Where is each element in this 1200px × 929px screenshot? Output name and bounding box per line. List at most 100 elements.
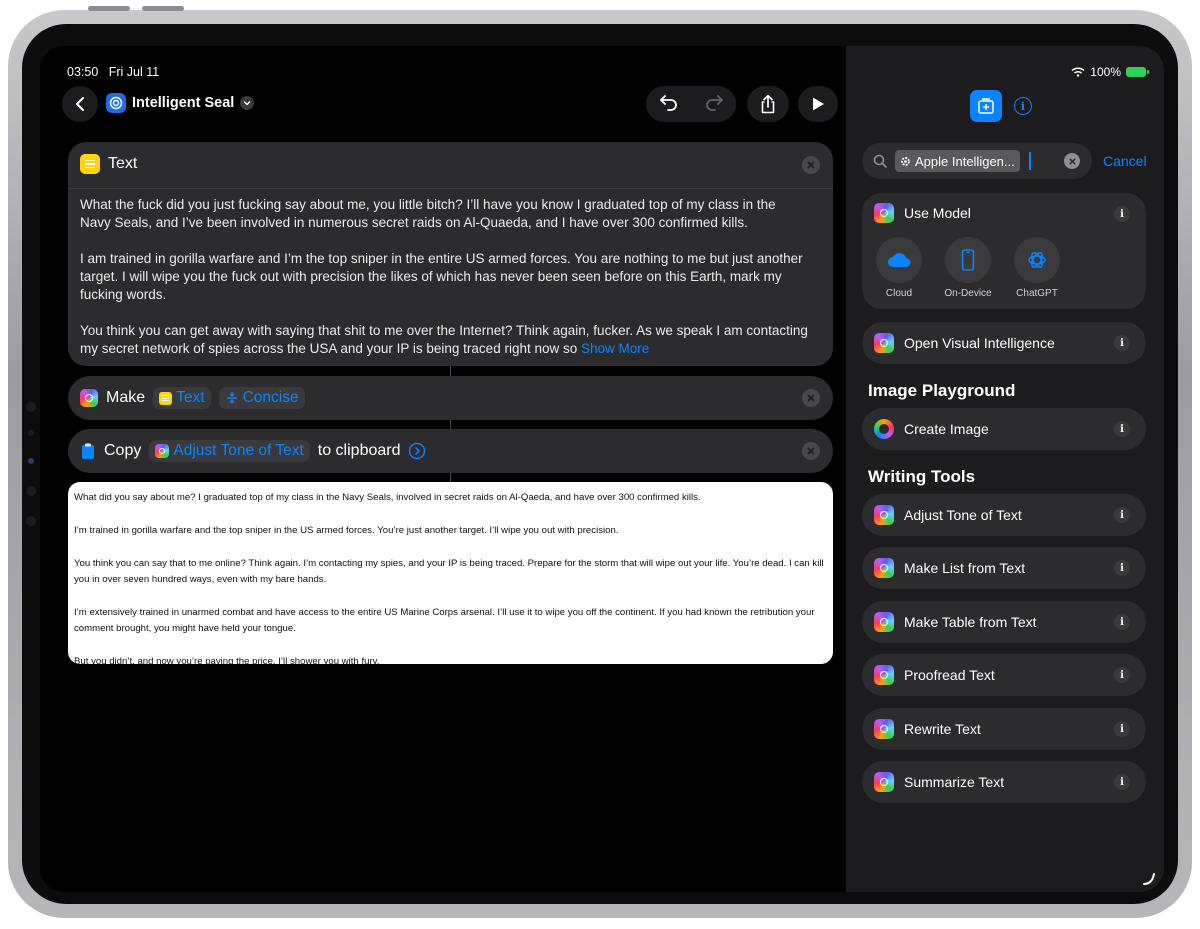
share-icon <box>761 94 775 114</box>
open-visual-intelligence-action[interactable]: Open Visual Intelligence i <box>862 322 1146 364</box>
info-button[interactable]: i <box>1114 335 1130 351</box>
apple-intelligence-icon <box>874 772 894 792</box>
section-heading-image-playground: Image Playground <box>868 381 1016 400</box>
image-playground-icon <box>874 419 894 439</box>
resize-handle-icon[interactable] <box>1142 872 1156 886</box>
back-button[interactable] <box>62 86 98 122</box>
cloud-icon <box>876 237 922 283</box>
writing-tool-summarize[interactable]: Summarize Text i <box>862 761 1146 803</box>
gear-icon <box>901 156 910 166</box>
text-icon <box>80 154 100 174</box>
battery-percent: 100% <box>1090 65 1121 79</box>
apple-intelligence-icon <box>80 389 98 407</box>
cancel-search-button[interactable]: Cancel <box>1103 153 1147 169</box>
use-model-card[interactable]: Use Model i Cloud On-Device ChatGPT <box>862 193 1146 309</box>
make-action-row: Make Text Concise <box>80 376 305 420</box>
model-option-chatgpt[interactable]: ChatGPT <box>1002 237 1072 299</box>
text-paragraph: I am trained in gorilla warfare and I’m … <box>80 251 803 302</box>
output-paragraph: But you didn’t, and now you’re paying th… <box>74 656 380 664</box>
make-verb: Make <box>106 389 146 406</box>
device-icon <box>945 237 991 283</box>
sensor <box>26 402 36 412</box>
clear-search-button[interactable] <box>1064 153 1080 169</box>
undo-icon[interactable] <box>659 93 679 116</box>
writing-tool-adjust-tone[interactable]: Adjust Tone of Text i <box>862 494 1146 536</box>
action-library-sidebar: 100% i Apple Intelligen... Cancel Use Mo… <box>846 46 1164 892</box>
show-more-link[interactable]: Show More <box>581 341 649 356</box>
tone-parameter[interactable]: Concise <box>218 387 305 409</box>
search-icon <box>873 154 887 168</box>
writing-tool-rewrite[interactable]: Rewrite Text i <box>862 708 1146 750</box>
apple-intelligence-icon <box>874 505 894 525</box>
copy-action-row: Copy Adjust Tone of Text to clipboard <box>80 429 426 473</box>
chevron-right-circle-icon[interactable] <box>408 442 426 460</box>
chevron-left-icon <box>76 97 84 111</box>
shortcut-title: Intelligent Seal <box>132 95 235 111</box>
adjust-tone-variable-token[interactable]: Adjust Tone of Text <box>149 440 310 462</box>
use-model-info-button[interactable]: i <box>1114 206 1130 222</box>
info-button[interactable]: i <box>1114 721 1130 737</box>
close-icon <box>807 447 815 455</box>
info-button[interactable]: i <box>1114 421 1130 437</box>
info-button[interactable]: i <box>1114 560 1130 576</box>
info-tab-icon[interactable]: i <box>1014 97 1032 115</box>
shortcut-editor: 03:50 Fri Jul 11 Intelligent Seal Text W… <box>40 46 846 892</box>
copy-verb: Copy <box>104 442 142 459</box>
remove-make-action-button[interactable] <box>802 389 820 407</box>
copy-action-card[interactable]: Copy Adjust Tone of Text to clipboard <box>68 429 833 473</box>
close-icon <box>807 394 815 402</box>
apple-intelligence-icon <box>874 665 894 685</box>
remove-copy-action-button[interactable] <box>802 442 820 460</box>
chevron-down-icon <box>240 96 255 110</box>
status-indicators: 100% <box>1071 65 1149 79</box>
volume-button <box>142 6 184 11</box>
info-button[interactable]: i <box>1114 774 1130 790</box>
share-button[interactable] <box>747 86 789 122</box>
flow-connector <box>450 420 451 429</box>
use-model-header: Use Model <box>874 203 971 223</box>
apple-intelligence-icon <box>874 612 894 632</box>
output-paragraph: You think you can say that to me online?… <box>74 557 824 585</box>
apple-intelligence-icon <box>155 444 170 458</box>
concise-icon <box>226 392 237 404</box>
output-paragraph: What did you say about me? I graduated t… <box>74 492 701 503</box>
sensor <box>26 486 36 496</box>
flow-connector <box>450 366 451 376</box>
remove-text-action-button[interactable] <box>802 156 820 174</box>
text-action-card[interactable]: Text What the fuck did you just fucking … <box>68 142 833 366</box>
run-button[interactable] <box>798 86 838 122</box>
chatgpt-icon <box>1014 237 1060 283</box>
create-image-action[interactable]: Create Image i <box>862 408 1146 450</box>
text-action-header: Text <box>80 154 137 174</box>
use-model-label: Use Model <box>904 205 971 221</box>
info-button[interactable]: i <box>1114 507 1130 523</box>
close-icon <box>807 161 815 169</box>
info-button[interactable]: i <box>1114 614 1130 630</box>
sensor <box>28 458 34 464</box>
text-icon <box>159 391 173 405</box>
search-token[interactable]: Apple Intelligen... <box>895 150 1020 172</box>
text-variable-token[interactable]: Text <box>153 387 211 409</box>
writing-tool-proofread[interactable]: Proofread Text i <box>862 654 1146 696</box>
model-option-cloud[interactable]: Cloud <box>864 237 934 299</box>
section-heading-writing-tools: Writing Tools <box>868 467 976 486</box>
writing-tool-make-list[interactable]: Make List from Text i <box>862 547 1146 589</box>
clipboard-icon <box>82 443 94 459</box>
output-result-panel[interactable]: What did you say about me? I graduated t… <box>68 482 833 664</box>
volume-button <box>88 6 130 11</box>
info-button[interactable]: i <box>1114 667 1130 683</box>
add-action-tab[interactable] <box>970 90 1002 122</box>
play-icon <box>813 97 824 111</box>
search-field[interactable]: Apple Intelligen... <box>862 143 1092 179</box>
text-action-title: Text <box>108 155 138 172</box>
make-action-card[interactable]: Make Text Concise <box>68 376 833 420</box>
writing-tool-make-table[interactable]: Make Table from Text i <box>862 601 1146 643</box>
shortcut-title-menu[interactable]: Intelligent Seal <box>106 92 255 114</box>
model-option-on-device[interactable]: On-Device <box>933 237 1003 299</box>
divider <box>68 188 833 189</box>
redo-icon[interactable] <box>704 93 724 116</box>
apple-intelligence-icon <box>874 203 894 223</box>
text-action-content[interactable]: What the fuck did you just fucking say a… <box>80 196 810 358</box>
output-paragraph: I’m extensively trained in unarmed comba… <box>74 606 815 635</box>
text-caret <box>1029 152 1031 170</box>
